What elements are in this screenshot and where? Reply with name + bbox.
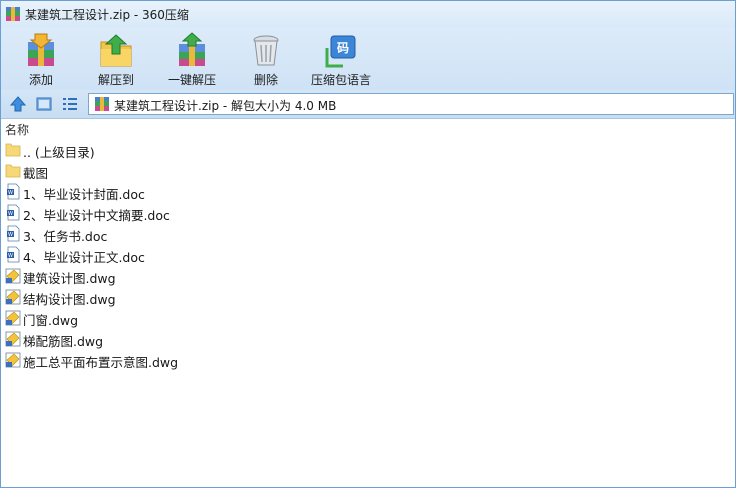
list-item-dwg[interactable]: 门窗.dwg <box>0 307 734 328</box>
dwg-file-icon <box>5 310 21 326</box>
list-item-dwg[interactable]: 建筑设计图.dwg <box>0 265 734 286</box>
svg-text:码: 码 <box>337 41 349 55</box>
list-item-parent-folder[interactable]: .. (上级目录) <box>0 139 734 160</box>
item-name: 截图 <box>23 166 49 181</box>
svg-text:W: W <box>8 190 13 196</box>
navigation-bar: 某建筑工程设计.zip - 解包大小为 4.0 MB <box>0 90 736 119</box>
dwg-file-icon <box>5 289 21 305</box>
list-item-dwg[interactable]: 结构设计图.dwg <box>0 286 734 307</box>
item-name: 1、毕业设计封面.doc <box>23 187 145 202</box>
address-path: 某建筑工程设计.zip - 解包大小为 4.0 MB <box>114 99 337 113</box>
svg-text:W: W <box>8 253 13 259</box>
one-click-extract-icon <box>179 32 205 66</box>
winrar-archive-icon <box>6 7 20 21</box>
list-item-doc[interactable]: W 1、毕业设计封面.doc <box>0 181 734 202</box>
svg-text:W: W <box>8 232 13 238</box>
one-click-extract-button[interactable]: 一键解压 <box>162 30 222 88</box>
add-button[interactable]: 添加 <box>12 30 70 88</box>
dwg-file-icon <box>5 268 21 284</box>
dwg-file-icon <box>5 352 21 368</box>
item-name: 门窗.dwg <box>23 313 79 328</box>
svg-text:W: W <box>8 211 13 217</box>
word-document-icon: W <box>7 204 20 221</box>
archive-language-icon: 码 <box>325 35 356 68</box>
list-item-folder[interactable]: 截图 <box>0 160 734 181</box>
folder-icon <box>5 164 21 178</box>
toolbar: 添加 解压到 一键解压 删除 码 压缩包语言 <box>0 28 736 90</box>
extract-to-label: 解压到 <box>97 73 134 87</box>
item-name: 2、毕业设计中文摘要.doc <box>23 208 170 223</box>
list-header: 名称 <box>0 119 736 137</box>
word-document-icon: W <box>7 225 20 242</box>
up-arrow-icon[interactable] <box>9 95 27 113</box>
extract-to-button[interactable]: 解压到 <box>86 30 146 88</box>
item-name: 梯配筋图.dwg <box>23 334 104 349</box>
file-list: .. (上级目录) 截图 W 1、毕业设计封面.doc W 2、毕业设计中文摘要… <box>0 138 736 484</box>
column-name-header[interactable]: 名称 <box>5 121 29 138</box>
list-item-dwg[interactable]: 施工总平面布置示意图.dwg <box>0 349 734 370</box>
large-icon-view-icon[interactable] <box>35 95 53 113</box>
item-name: 施工总平面布置示意图.dwg <box>23 355 179 370</box>
folder-icon <box>5 143 21 157</box>
list-view-icon[interactable] <box>61 95 79 113</box>
add-archive-icon <box>28 33 54 66</box>
list-item-doc[interactable]: W 4、毕业设计正文.doc <box>0 244 734 265</box>
window-title: 某建筑工程设计.zip - 360压缩 <box>25 8 189 22</box>
trash-icon <box>253 35 279 66</box>
archive-icon <box>95 97 109 111</box>
archive-language-button[interactable]: 码 压缩包语言 <box>306 30 376 88</box>
item-name: 建筑设计图.dwg <box>23 271 116 286</box>
list-item-doc[interactable]: W 3、任务书.doc <box>0 223 734 244</box>
delete-label: 删除 <box>253 73 278 87</box>
extract-to-icon <box>100 34 132 67</box>
title-bar: 某建筑工程设计.zip - 360压缩 <box>0 0 736 28</box>
item-name: 结构设计图.dwg <box>23 292 116 307</box>
word-document-icon: W <box>7 246 20 263</box>
list-item-doc[interactable]: W 2、毕业设计中文摘要.doc <box>0 202 734 223</box>
item-name: 3、任务书.doc <box>23 229 108 244</box>
address-bar[interactable]: 某建筑工程设计.zip - 解包大小为 4.0 MB <box>88 93 734 115</box>
item-name: 4、毕业设计正文.doc <box>23 250 145 265</box>
dwg-file-icon <box>5 331 21 347</box>
add-label: 添加 <box>28 73 53 87</box>
one-click-extract-label: 一键解压 <box>167 73 216 87</box>
item-name: .. (上级目录) <box>23 145 95 160</box>
archive-language-label: 压缩包语言 <box>310 73 371 87</box>
delete-button[interactable]: 删除 <box>238 30 294 88</box>
list-item-dwg[interactable]: 梯配筋图.dwg <box>0 328 734 349</box>
word-document-icon: W <box>7 183 20 200</box>
